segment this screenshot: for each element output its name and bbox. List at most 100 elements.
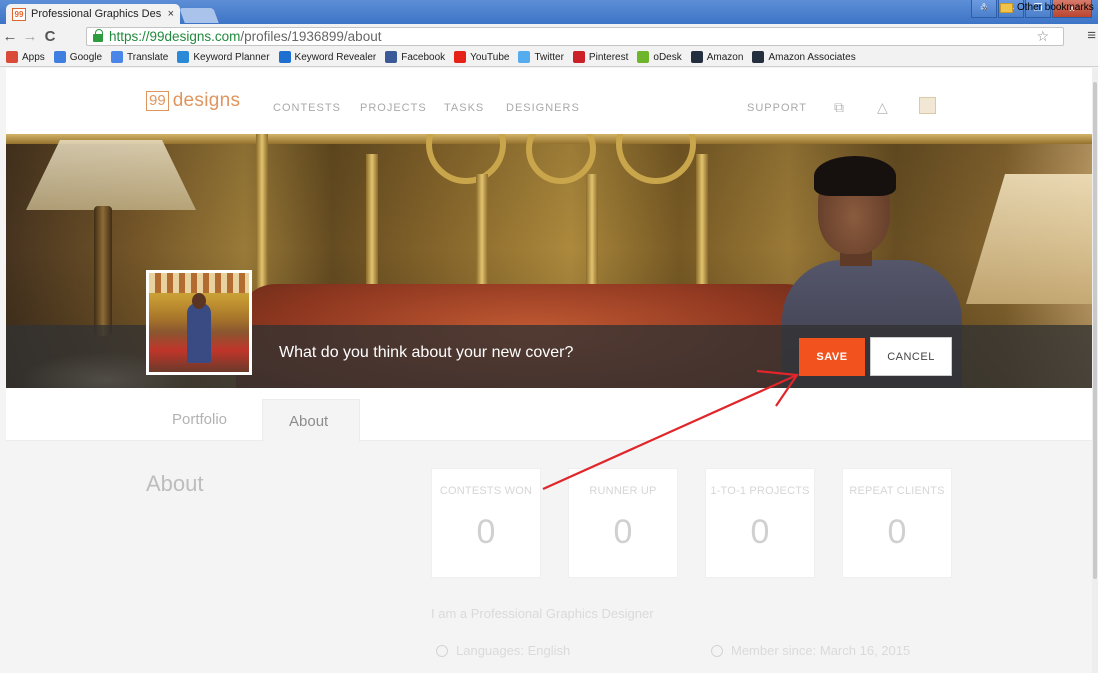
browser-tab[interactable]: 99 Professional Graphics Des × <box>6 4 180 24</box>
bookmark-facebook[interactable]: Facebook <box>385 51 445 63</box>
bookmark-star-icon[interactable]: ☆ <box>1036 28 1049 45</box>
stat-repeat-clients: REPEAT CLIENTS 0 <box>842 468 952 578</box>
tab-close-icon[interactable]: × <box>168 8 174 20</box>
facebook-icon <box>385 51 398 63</box>
bookmark-keyword-revealer[interactable]: Keyword Revealer <box>278 51 377 63</box>
scrollbar-thumb[interactable] <box>1093 82 1097 579</box>
page-content: 99 designs CONTESTS PROJECTS TASKS DESIG… <box>6 68 1092 673</box>
99designs-logo[interactable]: 99 designs <box>146 90 240 112</box>
tab-title: Professional Graphics Des <box>31 8 162 20</box>
about-heading: About <box>146 471 204 496</box>
lock-icon <box>93 29 103 42</box>
title-bar: 99 Professional Graphics Des × ≗ – ❐ x <box>0 0 1098 24</box>
bookmark-label: Apps <box>22 51 45 63</box>
bookmark-label: Twitter <box>534 51 564 63</box>
twitter-icon <box>518 51 531 63</box>
nav-tasks[interactable]: TASKS <box>444 102 484 114</box>
stat-runner-up: RUNNER UP 0 <box>568 468 678 578</box>
bookmark-label: Amazon Associates <box>768 51 856 63</box>
99designs-favicon-icon: 99 <box>12 7 26 21</box>
new-tab-button[interactable] <box>179 8 219 23</box>
forward-arrow-icon[interactable]: → <box>20 28 40 45</box>
bookmark-label: oDesk <box>653 51 682 63</box>
bookmark-youtube[interactable]: YouTube <box>454 51 509 63</box>
user-avatar-icon[interactable] <box>919 97 936 114</box>
google-icon <box>53 51 66 63</box>
address-bar[interactable]: https://99designs.com/profiles/1936899/a… <box>86 27 1064 46</box>
bookmark-label: Keyword Revealer <box>294 51 377 63</box>
stat-value: 0 <box>750 513 770 551</box>
bookmark-label: Pinterest <box>588 51 629 63</box>
other-bookmarks-folder[interactable]: Other bookmarks <box>1000 2 1094 13</box>
bookmark-keyword-planner[interactable]: Keyword Planner <box>177 51 270 63</box>
profile-bio: I am a Professional Graphics Designer <box>431 606 654 621</box>
bookmark-label: Keyword Planner <box>193 51 270 63</box>
odesk-icon <box>637 51 650 63</box>
tab-portfolio[interactable]: Portfolio <box>172 411 227 428</box>
stat-value: 0 <box>887 513 907 551</box>
youtube-icon <box>454 51 467 63</box>
browser-toolbar: ← → C https://99designs.com/profiles/193… <box>0 24 1098 48</box>
logo-wordmark: designs <box>172 90 241 111</box>
browser-window: 99 Professional Graphics Des × ≗ – ❐ x ←… <box>0 0 1098 673</box>
stat-label: CONTESTS WON <box>439 485 533 497</box>
amazon-icon <box>690 51 703 63</box>
member-since-text: Member since: March 16, 2015 <box>731 643 911 658</box>
bookmark-amazon-associates[interactable]: Amazon Associates <box>752 51 856 63</box>
apps-grid-icon <box>6 51 18 63</box>
back-arrow-icon[interactable]: ← <box>0 28 20 45</box>
save-cover-button[interactable]: SAVE <box>799 338 865 376</box>
languages-text: Languages: English <box>456 643 571 658</box>
bookmark-label: YouTube <box>470 51 510 63</box>
languages-info: Languages: English <box>436 643 570 658</box>
other-bookmarks-label: Other bookmarks <box>1017 2 1094 13</box>
url-scheme: https:// <box>109 29 150 44</box>
cover-prompt-text: What do you think about your new cover? <box>279 344 574 361</box>
clock-icon <box>711 644 723 657</box>
bookmark-amazon[interactable]: Amazon <box>690 51 744 63</box>
bookmark-odesk[interactable]: oDesk <box>637 51 682 63</box>
keyword-planner-icon <box>177 51 190 63</box>
profile-avatar[interactable] <box>146 270 252 375</box>
stat-label: RUNNER UP <box>589 485 657 497</box>
notifications-bell-icon[interactable]: △ <box>877 99 888 116</box>
nav-designers[interactable]: DESIGNERS <box>506 102 580 114</box>
bookmark-pinterest[interactable]: Pinterest <box>572 51 629 63</box>
stat-label: REPEAT CLIENTS <box>849 485 945 497</box>
folder-icon <box>1000 2 1013 13</box>
chrome-menu-icon[interactable]: ≡ <box>1087 27 1096 44</box>
bookmark-google[interactable]: Google <box>53 51 103 63</box>
keyword-revealer-icon <box>278 51 291 63</box>
stat-label: 1-TO-1 PROJECTS <box>710 485 810 497</box>
stat-value: 0 <box>613 513 633 551</box>
tab-about-label: About <box>289 413 329 430</box>
reload-icon[interactable]: C <box>40 28 60 45</box>
bookmark-label: Amazon <box>706 51 744 63</box>
member-since-info: Member since: March 16, 2015 <box>711 643 910 658</box>
site-header: 99 designs CONTESTS PROJECTS TASKS DESIG… <box>6 68 1092 134</box>
pinterest-icon <box>572 51 585 63</box>
bookmarks-overflow-icon[interactable]: » <box>982 3 988 14</box>
stat-1-to-1-projects: 1-TO-1 PROJECTS 0 <box>705 468 815 578</box>
nav-contests[interactable]: CONTESTS <box>273 102 341 114</box>
bookmark-twitter[interactable]: Twitter <box>518 51 564 63</box>
bookmark-label: Facebook <box>401 51 446 63</box>
globe-icon <box>436 644 448 657</box>
stat-value: 0 <box>476 513 496 551</box>
url-host: 99designs.com <box>149 29 241 44</box>
cancel-cover-button[interactable]: CANCEL <box>870 337 952 376</box>
url-path: /profiles/1936899/about <box>240 29 382 44</box>
translate-icon <box>111 51 124 63</box>
bookmarks-bar: Apps Google Translate Keyword Planner Keywor… <box>0 48 1098 67</box>
bookmark-label: Google <box>69 51 103 63</box>
profile-tabs <box>6 388 1092 441</box>
nav-projects[interactable]: PROJECTS <box>360 102 427 114</box>
bookmark-label: Translate <box>127 51 169 63</box>
amazon-icon <box>752 51 765 63</box>
bookmark-translate[interactable]: Translate <box>111 51 168 63</box>
stat-contests-won: CONTESTS WON 0 <box>431 468 541 578</box>
nav-support[interactable]: SUPPORT <box>747 102 807 114</box>
bookmark-apps[interactable]: Apps <box>6 51 45 63</box>
logo-mark: 99 <box>146 91 169 111</box>
messages-icon[interactable]: ⧉ <box>834 99 844 116</box>
